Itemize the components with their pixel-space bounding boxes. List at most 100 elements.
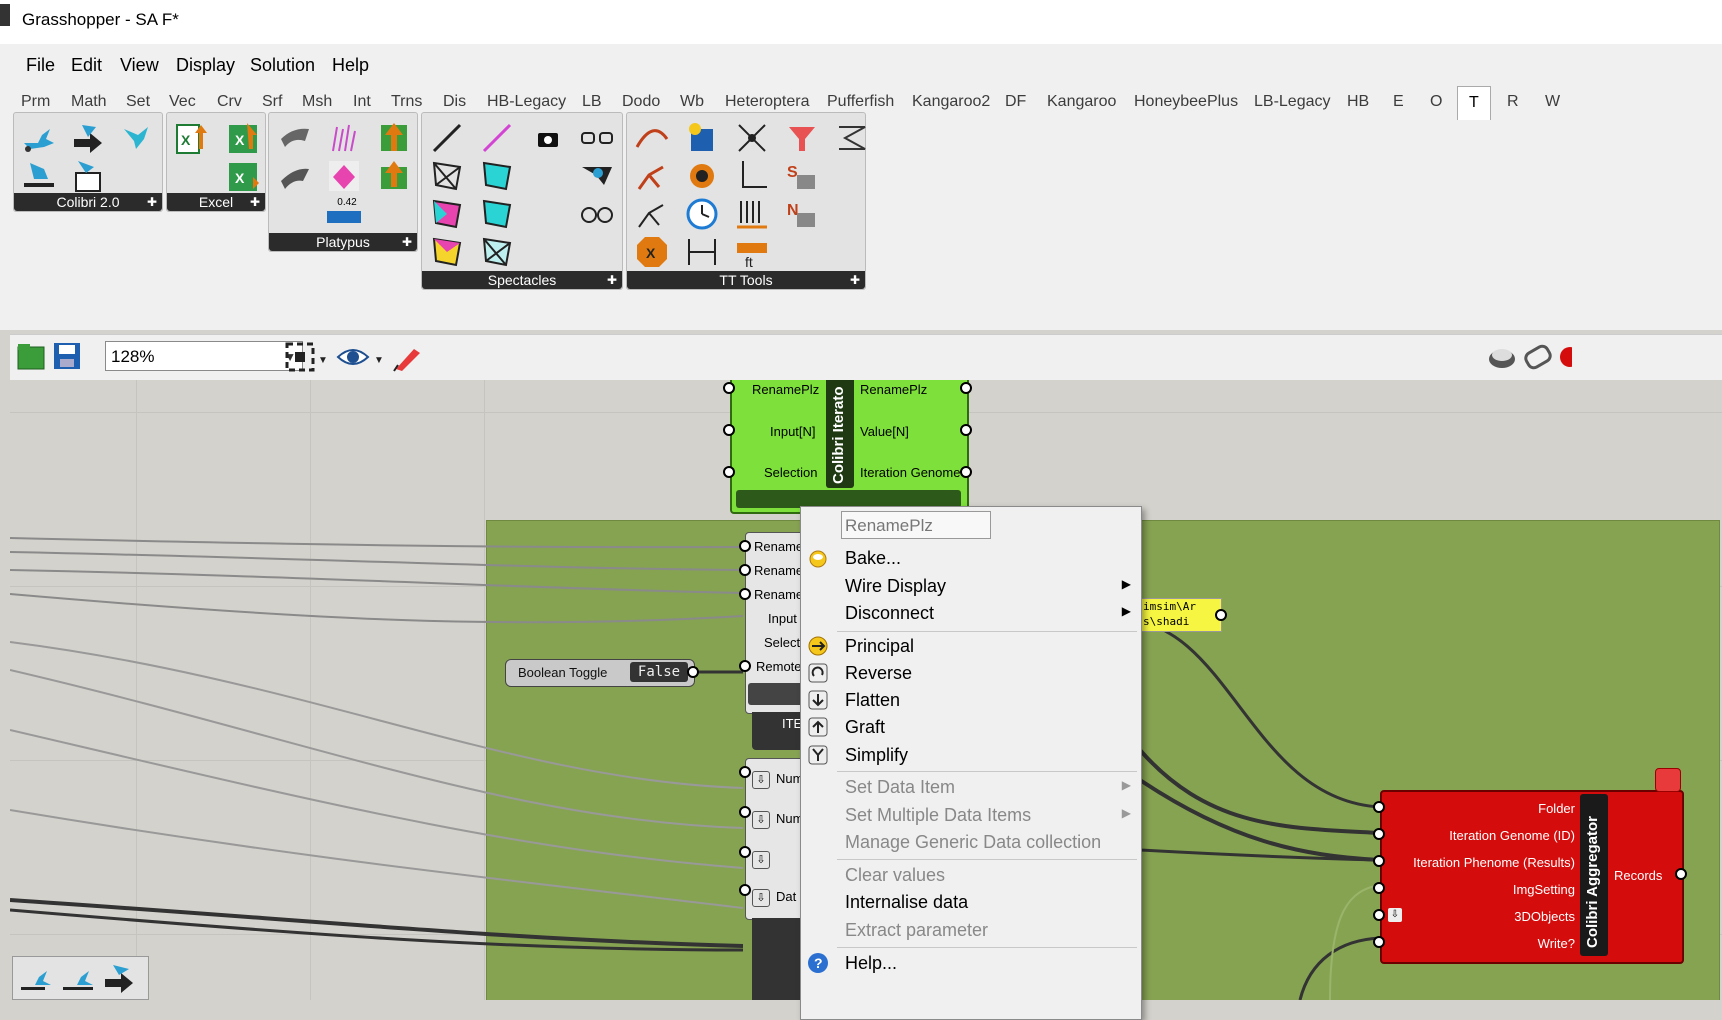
colibri-arrow-icon[interactable] <box>68 119 106 157</box>
tab-kangaroo2[interactable]: Kangaroo2 <box>912 93 990 111</box>
tab-set[interactable]: Set <box>126 93 150 111</box>
panel-label-platypus[interactable]: Platypus ✚ <box>269 233 417 251</box>
menu-item-principal[interactable]: Principal <box>801 631 1141 661</box>
iterator-output-port[interactable] <box>960 466 972 478</box>
excel-append-icon[interactable]: X <box>223 157 261 195</box>
tab-heteroptera[interactable]: Heteroptera <box>725 93 810 111</box>
tt-ft-icon[interactable]: ft <box>733 233 771 271</box>
camera-icon[interactable] <box>528 119 566 157</box>
menu-item-bake[interactable]: Bake... <box>801 543 1141 573</box>
platypus-upload-icon[interactable] <box>375 157 413 195</box>
tab-lb-legacy[interactable]: LB-Legacy <box>1254 93 1331 111</box>
spectacles-glasses-icon[interactable] <box>578 195 616 233</box>
menu-item-reverse[interactable]: Reverse <box>801 658 1141 688</box>
colibri-iterator-component[interactable]: RenamePlz Input[N] Selection Colibri Ite… <box>730 380 969 514</box>
iterator-output-port[interactable] <box>960 424 972 436</box>
boolean-toggle[interactable]: Boolean Toggle False <box>505 659 695 687</box>
panel-label-excel[interactable]: Excel ✚ <box>167 193 265 211</box>
colibri-iterator-icon[interactable] <box>19 963 53 993</box>
menu-file[interactable]: File <box>26 55 55 76</box>
tt-n-icon[interactable]: N <box>783 195 821 233</box>
glasses-icon[interactable] <box>578 119 616 157</box>
tab-trns[interactable]: Trns <box>391 93 422 111</box>
tab-int[interactable]: Int <box>353 93 371 111</box>
aggregator-output-port[interactable] <box>1675 868 1687 880</box>
tab-srf[interactable]: Srf <box>262 93 282 111</box>
aggregator-input-port[interactable] <box>1373 801 1385 813</box>
menu-item-graft[interactable]: Graft <box>801 712 1141 742</box>
tt-clock-icon[interactable] <box>683 195 721 233</box>
tt-stop-icon[interactable]: X <box>633 233 671 271</box>
tab-r[interactable]: R <box>1507 93 1519 111</box>
colibri-image-icon[interactable] <box>68 157 106 195</box>
menu-help[interactable]: Help <box>332 55 369 76</box>
tt-axis-icon[interactable] <box>733 157 771 195</box>
spectacles-color-mesh-icon[interactable] <box>428 195 466 233</box>
spectacles-line-icon[interactable] <box>428 119 466 157</box>
menu-item-help[interactable]: ? Help... <box>801 948 1141 978</box>
tt-figure-icon[interactable] <box>633 157 671 195</box>
number-input-port[interactable] <box>739 846 751 858</box>
platypus-leaf-icon[interactable] <box>275 157 313 195</box>
aggregator-input-port[interactable] <box>1373 936 1385 948</box>
panel-label-tt-tools[interactable]: TT Tools ✚ <box>627 271 865 289</box>
tab-honeybeeplus[interactable]: HoneybeePlus <box>1134 93 1238 111</box>
tab-o[interactable]: O <box>1430 93 1442 111</box>
menu-item-flatten[interactable]: Flatten <box>801 685 1141 715</box>
remote-input-port[interactable] <box>739 540 751 552</box>
iterator-input-port[interactable] <box>723 424 735 436</box>
spectacles-mesh-cyan2-icon[interactable] <box>478 195 516 233</box>
platypus-up-icon[interactable] <box>375 119 413 157</box>
aggregator-input-port[interactable] <box>1373 828 1385 840</box>
tt-bars-icon[interactable] <box>733 195 771 233</box>
tab-msh[interactable]: Msh <box>302 93 332 111</box>
iterator-input-port[interactable] <box>723 382 735 394</box>
platypus-chart-icon[interactable] <box>325 119 363 157</box>
spectacles-mesh-cyan-icon[interactable] <box>478 157 516 195</box>
tab-pufferfish[interactable]: Pufferfish <box>827 93 894 111</box>
tt-figure2-icon[interactable] <box>633 195 671 233</box>
open-file-icon[interactable] <box>16 341 46 371</box>
sketch-pen-icon[interactable] <box>392 341 424 373</box>
zoom-select[interactable]: 128% ▼ <box>105 341 303 371</box>
iterator-output-port[interactable] <box>960 382 972 394</box>
remote-input-port[interactable] <box>739 660 751 672</box>
menu-solution[interactable]: Solution <box>250 55 315 76</box>
toggle-output-port[interactable] <box>687 666 699 678</box>
text-panel[interactable]: imsim\Ar s\shadi <box>1140 598 1222 632</box>
spectacles-multi-mesh-icon[interactable] <box>428 233 466 271</box>
tab-df[interactable]: DF <box>1005 93 1026 111</box>
tab-hb[interactable]: HB <box>1347 93 1369 111</box>
tt-spiral-icon[interactable] <box>683 157 721 195</box>
platypus-slider-icon[interactable] <box>327 211 361 223</box>
tt-zigzag-icon[interactable] <box>833 119 871 157</box>
platypus-cloud-icon[interactable] <box>275 119 313 157</box>
tab-prm[interactable]: Prm <box>21 93 50 111</box>
tt-curve-icon[interactable] <box>633 119 671 157</box>
colibri-aggregator-component[interactable]: Folder Iteration Genome (ID) Iteration P… <box>1380 790 1684 964</box>
colibri-arrow-icon[interactable] <box>103 963 137 993</box>
tt-measure-icon[interactable] <box>683 233 721 271</box>
menu-view[interactable]: View <box>120 55 159 76</box>
preview-red-icon[interactable] <box>1558 341 1580 373</box>
colibri-aggregator-icon[interactable] <box>61 963 95 993</box>
tab-crv[interactable]: Crv <box>217 93 242 111</box>
excel-write-icon[interactable]: X <box>173 119 211 157</box>
spectacles-view-icon[interactable] <box>578 157 616 195</box>
tab-dis[interactable]: Dis <box>443 93 466 111</box>
panel-label-spectacles[interactable]: Spectacles ✚ <box>422 271 622 289</box>
warning-balloon-icon[interactable] <box>1655 768 1681 792</box>
tt-network-icon[interactable] <box>733 119 771 157</box>
tt-filter-icon[interactable] <box>783 119 821 157</box>
panel-output-port[interactable] <box>1215 609 1227 621</box>
number-input-port[interactable] <box>739 884 751 896</box>
tab-kangaroo[interactable]: Kangaroo <box>1047 93 1116 111</box>
preview-wire-icon[interactable] <box>1522 341 1554 373</box>
spectacles-pink-line-icon[interactable] <box>478 119 516 157</box>
menu-item-internalise-data[interactable]: Internalise data <box>801 887 1141 917</box>
menu-display[interactable]: Display <box>176 55 235 76</box>
platypus-gem-icon[interactable] <box>325 157 363 195</box>
save-file-icon[interactable] <box>52 341 82 371</box>
boolean-toggle-value[interactable]: False <box>630 662 688 682</box>
remote-input-port[interactable] <box>739 564 751 576</box>
